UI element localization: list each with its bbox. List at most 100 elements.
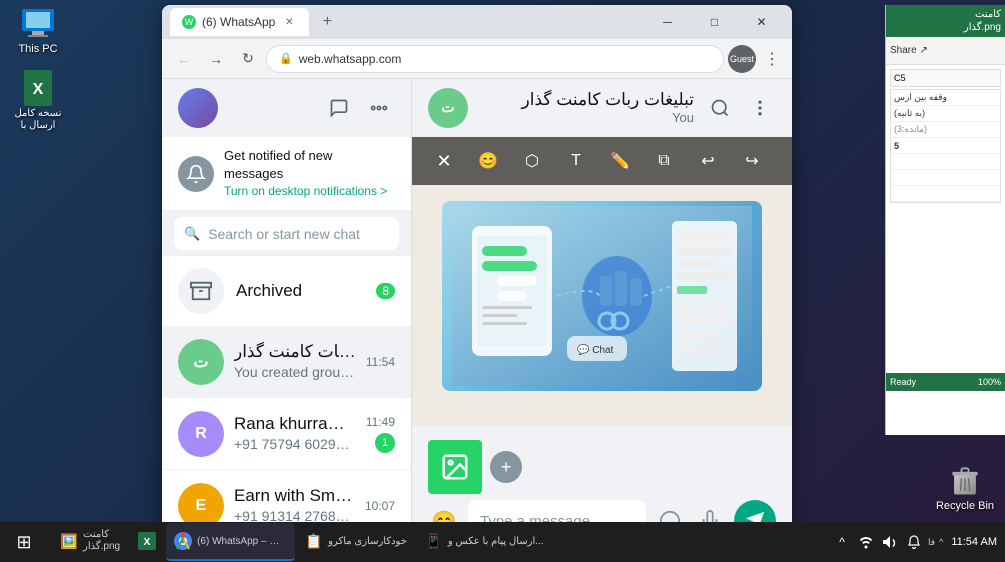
image-toolbar: ✕ 😊 ⬡ T ✏️ ⧉ ↩ ↪ — [412, 137, 792, 185]
notification-banner[interactable]: Get notified of new messages Turn on des… — [162, 137, 411, 211]
user-avatar[interactable] — [178, 88, 218, 128]
chat-item-1[interactable]: R Rana khurram g +91 75794 60299: 🔥 سرکا… — [162, 398, 411, 470]
taskbar-msg-app[interactable]: 📱 ارسال پیام با عکس و... — [417, 523, 552, 561]
forward-button[interactable]: → — [202, 45, 230, 73]
tray-text-2: ^ — [939, 537, 943, 547]
toolbar-text-btn[interactable]: T — [560, 145, 592, 177]
desktop-icons-area: This PC X نسخه کاملارسال با — [8, 5, 68, 132]
notif-text-block: Get notified of new messages Turn on des… — [224, 147, 395, 200]
address-bar[interactable]: 🔒 web.whatsapp.com — [266, 45, 724, 73]
taskbar-left: ⊞ — [0, 526, 48, 558]
excel-row-1: وقفه بین ارس — [891, 90, 1000, 106]
svg-text:💬 Chat: 💬 Chat — [577, 343, 614, 356]
chat-info-0: تبلیغات ربات کامنت گذار You created grou… — [234, 342, 356, 381]
excel-content: C5 وقفه بین ارس (به ثانیه) (مانده:3) 5 R… — [886, 65, 1005, 207]
archived-label: Archived — [236, 281, 302, 300]
macro-app-label: خودکارسازی ماکرو — [328, 536, 407, 547]
excel-status-text: Ready — [890, 377, 916, 387]
search-input[interactable] — [208, 226, 389, 242]
maximize-btn[interactable]: □ — [692, 7, 737, 37]
chat-meta-2: 10:07 — [365, 499, 395, 513]
reload-button[interactable]: ↻ — [234, 45, 262, 73]
notif-sub-text: Turn on desktop notifications > — [224, 183, 395, 200]
media-preview-card: 💬 Chat — [442, 201, 762, 391]
chat-info-1: Rana khurram g +91 75794 60299: 🔥 سرکاری… — [234, 414, 356, 453]
profile-label: Guest — [730, 54, 754, 64]
tray-notification-icon[interactable] — [904, 532, 924, 552]
add-media-btn[interactable]: + — [490, 451, 522, 483]
media-preview-row: + — [428, 434, 776, 500]
wa-header — [162, 79, 411, 137]
start-button[interactable]: ⊞ — [8, 526, 40, 558]
system-tray: ^ — [832, 532, 943, 552]
chat-item-0[interactable]: ت تبلیغات ربات کامنت گذار You created gr… — [162, 326, 411, 398]
chat-meta-0: 11:54 — [366, 355, 395, 369]
active-chat-avatar[interactable]: ت — [428, 88, 468, 128]
time-display: 11:54 AM — [951, 535, 997, 549]
active-tab[interactable]: W (6) WhatsApp ✕ — [170, 8, 309, 36]
toolbar-undo-btn[interactable]: ↩ — [692, 145, 724, 177]
search-chat-btn[interactable] — [704, 92, 736, 124]
taskbar-time[interactable]: 11:54 AM — [951, 535, 997, 549]
doc-icon: X — [20, 70, 56, 106]
close-btn[interactable]: ✕ — [739, 7, 784, 37]
macro-icon: 📋 — [305, 532, 323, 550]
tray-text-1: فا — [928, 537, 935, 548]
unread-badge-1: 1 — [375, 433, 395, 453]
share-btn[interactable]: Share ↗ — [890, 45, 928, 56]
browser-menu-btn[interactable]: ⋮ — [760, 47, 784, 71]
toolbar-sticker-btn[interactable]: ⬡ — [516, 145, 548, 177]
excel-cell-ref[interactable]: C5 — [890, 69, 1001, 87]
chat-name-0: تبلیغات ربات کامنت گذار — [234, 342, 356, 362]
chat-menu-btn[interactable] — [744, 92, 776, 124]
excel-zoom: 100% — [978, 377, 1001, 387]
tab-close-btn[interactable]: ✕ — [281, 14, 297, 30]
messages-area: 💬 Chat — [412, 185, 792, 426]
tray-expand-btn[interactable]: ^ — [832, 532, 852, 552]
desktop-icon-this-pc[interactable]: This PC — [8, 5, 68, 55]
recycle-bin[interactable]: Recycle Bin — [935, 462, 995, 512]
excel-grid: وقفه بین ارس (به ثانیه) (مانده:3) 5 — [890, 89, 1001, 203]
media-thumb[interactable] — [428, 440, 482, 494]
archived-row[interactable]: Archived 8 — [162, 256, 411, 326]
taskbar-image-app[interactable]: 🖼️ کامنتگذار.png — [52, 523, 128, 561]
excel-row-2: (به ثانیه) — [891, 106, 1000, 122]
tray-sound-icon[interactable] — [880, 532, 900, 552]
desktop-icon-doc[interactable]: X نسخه کاملارسال با — [8, 70, 68, 132]
toolbar-close-btn[interactable]: ✕ — [428, 145, 460, 177]
profile-button[interactable]: Guest — [728, 45, 756, 73]
new-tab-button[interactable]: + — [313, 8, 341, 36]
avatar-circle-1: R — [178, 411, 224, 457]
excel-row-6 — [891, 170, 1000, 186]
archived-text: Archived — [236, 281, 364, 301]
minimize-btn[interactable]: ─ — [645, 7, 690, 37]
taskbar-macro-app[interactable]: 📋 خودکارسازی ماکرو — [297, 523, 415, 561]
chat-header-actions — [704, 92, 776, 124]
taskbar: ⊞ 🖼️ کامنتگذار.png X — [0, 522, 1005, 562]
excel-row-7 — [891, 186, 1000, 202]
excel-titlebar: کامنتگذار.png — [886, 5, 1005, 37]
toolbar-emoji-btn[interactable]: 😊 — [472, 145, 504, 177]
taskbar-chrome-app[interactable]: (6) WhatsApp – Google... — [166, 523, 295, 561]
chat-name-1: Rana khurram g — [234, 414, 356, 434]
chat-area: ت تبلیغات ربات کامنت گذار You — [412, 79, 792, 550]
url-text: web.whatsapp.com — [299, 52, 402, 66]
toolbar-draw-btn[interactable]: ✏️ — [604, 145, 636, 177]
chrome-icon — [174, 532, 192, 550]
browser-window: W (6) WhatsApp ✕ + ─ □ ✕ ← → ↻ 🔒 web.wha… — [162, 5, 792, 550]
chat-time-0: 11:54 — [366, 355, 395, 369]
tray-network-icon[interactable] — [856, 532, 876, 552]
this-pc-label: This PC — [18, 43, 57, 55]
search-input-wrap[interactable]: 🔍 — [174, 217, 399, 250]
toolbar-crop-btn[interactable]: ⧉ — [648, 145, 680, 177]
taskbar-apps: 🖼️ کامنتگذار.png X — [48, 523, 824, 561]
active-chat-status: You — [478, 110, 694, 125]
back-button[interactable]: ← — [170, 45, 198, 73]
taskbar-excel-app[interactable]: X — [130, 523, 164, 561]
archived-count: 8 — [376, 283, 395, 299]
excel-title-text: کامنتگذار.png — [964, 8, 1001, 34]
toolbar-redo-btn[interactable]: ↪ — [736, 145, 768, 177]
status-icon-btn[interactable] — [363, 92, 395, 124]
chat-preview-0: You created group " ربات کامنت گذار ر — [234, 364, 356, 381]
new-chat-icon-btn[interactable] — [323, 92, 355, 124]
